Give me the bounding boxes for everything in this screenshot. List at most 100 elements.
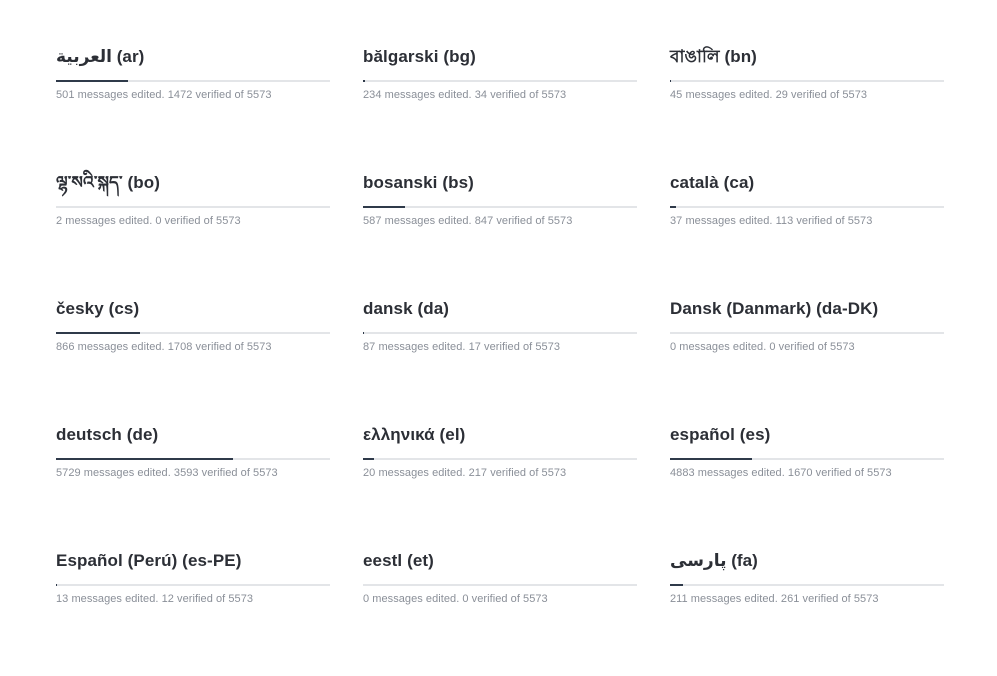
progress-track [56,80,330,82]
progress-fill [56,80,129,82]
language-title[interactable]: eestl (et) [363,550,637,572]
translation-stats: 0 messages edited. 0 verified of 5573 [670,341,944,353]
language-title[interactable]: español (es) [670,424,944,446]
progress-track [363,332,637,334]
translation-stats: 37 messages edited. 113 verified of 5573 [670,215,944,227]
language-card[interactable]: বাঙালি (bn) 45 messages edited. 29 verifi… [670,46,944,172]
total-count: 5573 [228,593,254,605]
edited-label: messages edited. [74,89,168,101]
edited-count: 20 [363,467,376,479]
translation-stats: 4883 messages edited. 1670 verified of 5… [670,467,944,479]
translation-stats: 0 messages edited. 0 verified of 5573 [363,593,637,605]
total-count: 5573 [541,467,567,479]
language-card[interactable]: ελληνικά (el) 20 messages edited. 217 ver… [363,424,637,550]
edited-label: messages edited. [682,215,776,227]
language-card[interactable]: ལྷ་སའི་སྐད་ (bo) 2 messages edited. 0 ver… [56,172,330,298]
edited-label: messages edited. [375,341,469,353]
edited-count: 4883 [670,467,695,479]
verified-label: verified of [787,89,843,101]
progress-track [363,80,637,82]
total-count: 5573 [253,467,278,479]
edited-count: 211 [670,593,688,605]
language-title[interactable]: ελληνικά (el) [363,424,637,446]
total-count: 5573 [842,89,868,101]
language-title[interactable]: deutsch (de) [56,424,330,446]
verified-label: verified of [487,467,542,479]
edited-label: messages edited. [694,467,788,479]
language-title[interactable]: bălgarski (bg) [363,46,637,68]
language-card[interactable]: bălgarski (bg) 234 messages edited. 34 ve… [363,46,637,172]
edited-count: 501 [56,89,75,101]
translation-stats: 866 messages edited. 1708 verified of 55… [56,341,330,353]
language-title[interactable]: বাঙালি (bn) [670,46,944,68]
translation-stats: 234 messages edited. 34 verified of 5573 [363,89,637,101]
translation-stats: 45 messages edited. 29 verified of 5573 [670,89,944,101]
verified-count: 1472 [167,89,193,101]
total-count: 5573 [246,341,272,353]
total-count: 5573 [847,215,873,227]
verified-label: verified of [799,593,854,605]
language-title[interactable]: العربية (ar) [56,46,330,68]
verified-count: 17 [468,341,481,353]
progress-fill [56,458,233,460]
verified-label: verified of [161,215,217,227]
verified-count: 3593 [173,467,199,479]
verified-label: verified of [793,215,848,227]
verified-label: verified of [173,593,229,605]
verified-count: 217 [468,467,488,479]
translation-stats: 20 messages edited. 217 verified of 5573 [363,467,637,479]
edited-label: messages edited. [381,89,475,101]
verified-count: 29 [775,89,788,101]
edited-label: messages edited. [369,593,463,605]
progress-fill [363,206,405,208]
language-title[interactable]: bosanski (bs) [363,172,637,194]
verified-count: 1670 [787,467,813,479]
language-title[interactable]: ལྷ་སའི་སྐད་ (bo) [56,172,330,194]
progress-track [56,206,330,208]
language-title[interactable]: Dansk (Danmark) (da-DK) [670,298,944,320]
verified-label: verified of [487,89,542,101]
translation-stats: 211 messages edited. 261 verified of 557… [670,593,944,605]
edited-label: messages edited. [687,593,781,605]
language-card[interactable]: česky (cs) 866 messages edited. 1708 veri… [56,298,330,424]
verified-label: verified of [192,89,247,101]
progress-fill [363,80,365,82]
progress-fill [670,584,683,586]
translation-stats: 587 messages edited. 847 verified of 557… [363,215,637,227]
verified-count: 847 [474,215,494,227]
language-title[interactable]: dansk (da) [363,298,637,320]
verified-count: 34 [474,89,488,101]
language-card[interactable]: español (es) 4883 messages edited. 1670 v… [670,424,944,550]
verified-count: 1708 [167,341,193,353]
language-title[interactable]: پارسی (fa) [670,550,944,572]
language-card[interactable]: deutsch (de) 5729 messages edited. 3593 v… [56,424,330,550]
language-card[interactable]: Dansk (Danmark) (da-DK) 0 messages edited… [670,298,944,424]
progress-track [670,332,944,334]
progress-track [56,458,330,460]
language-title[interactable]: česky (cs) [56,298,330,320]
language-card[interactable]: bosanski (bs) 587 messages edited. 847 ve… [363,172,637,298]
language-card[interactable]: dansk (da) 87 messages edited. 17 verifie… [363,298,637,424]
edited-label: messages edited. [676,341,770,353]
language-card[interactable]: català (ca) 37 messages edited. 113 verif… [670,172,944,298]
edited-count: 87 [363,341,376,353]
total-count: 5573 [246,89,272,101]
edited-count: 587 [363,215,382,227]
progress-fill [670,80,672,82]
total-count: 5573 [830,341,855,353]
verified-count: 261 [780,593,800,605]
total-count: 5573 [535,341,561,353]
language-title[interactable]: català (ca) [670,172,944,194]
edited-count: 5729 [56,467,81,479]
language-card[interactable]: العربية (ar) 501 messages edited. 1472 ve… [56,46,330,172]
language-title[interactable]: Español (Perú) (es-PE) [56,550,330,572]
edited-count: 13 [56,593,69,605]
translation-stats: 13 messages edited. 12 verified of 5573 [56,593,330,605]
progress-fill [363,458,374,460]
language-card[interactable]: Español (Perú) (es-PE) 13 messages edited… [56,550,330,676]
language-card[interactable]: eestl (et) 0 messages edited. 0 verified … [363,550,637,676]
verified-label: verified of [468,593,524,605]
edited-label: messages edited. [375,467,469,479]
language-card[interactable]: پارسی (fa) 211 messages edited. 261 verif… [670,550,944,676]
edited-count: 45 [670,89,683,101]
